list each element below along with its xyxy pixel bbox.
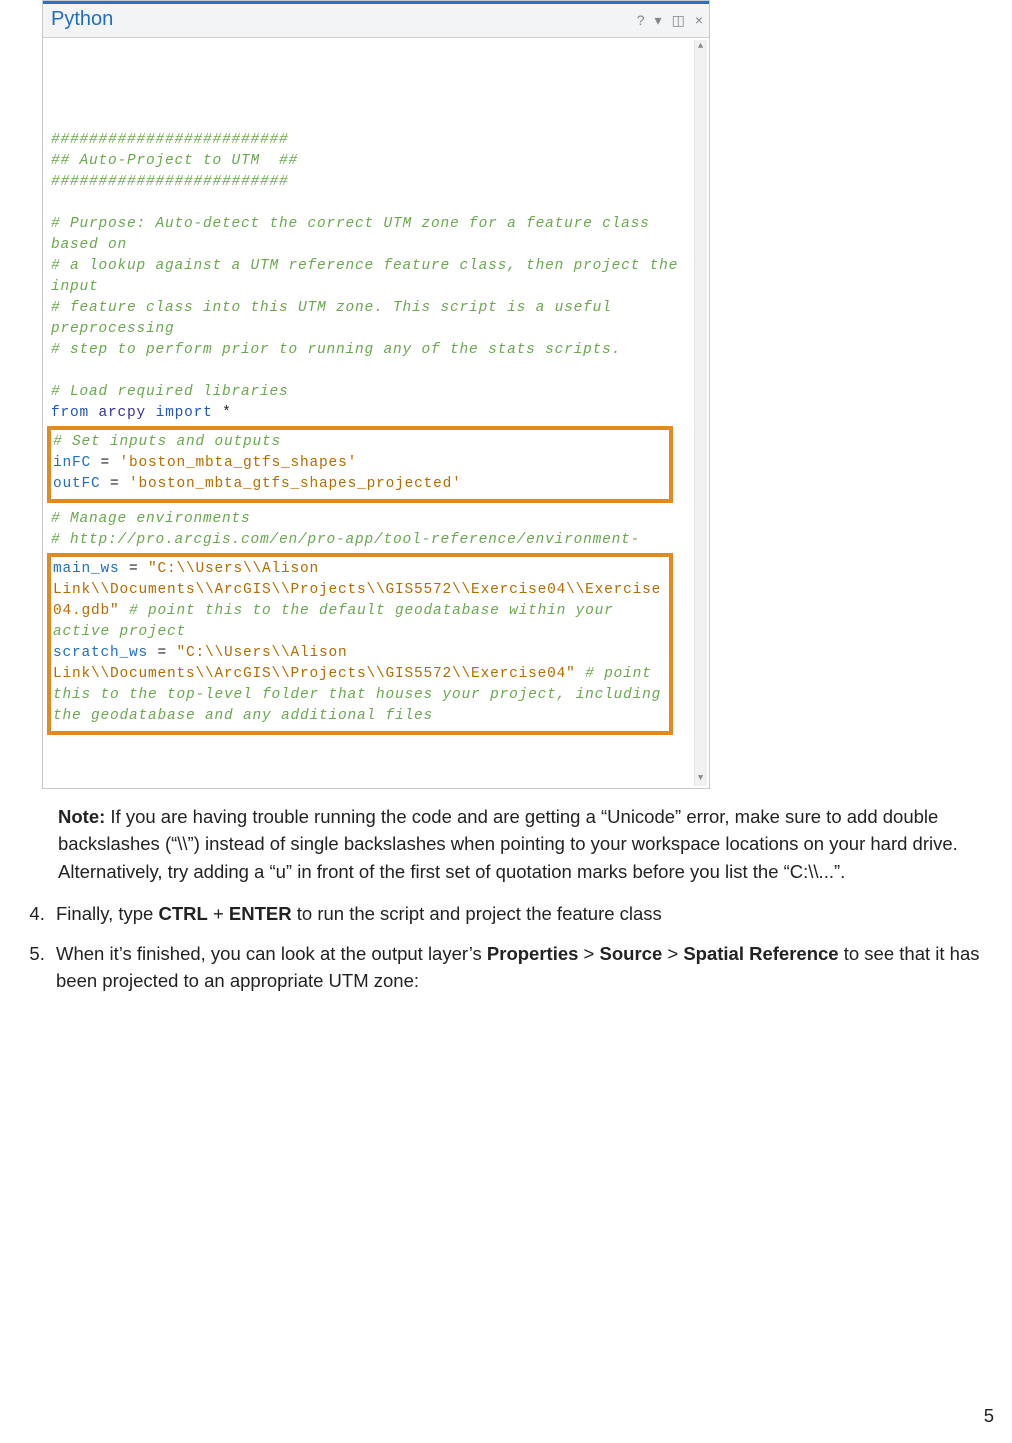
step-4: Finally, type CTRL + ENTER to run the sc… — [50, 900, 994, 928]
code-token: inFC — [53, 455, 91, 471]
code-line: ## Auto-Project to UTM ## — [51, 153, 298, 169]
code-token: * — [222, 405, 232, 421]
code-token: outFC — [53, 476, 101, 492]
code-token: 'boston_mbta_gtfs_shapes_projected' — [129, 476, 462, 492]
code-token: = — [120, 561, 149, 577]
code-token: = — [148, 645, 177, 661]
highlight-box-workspaces: main_ws = "C:\\Users\\Alison Link\\Docum… — [47, 553, 673, 735]
spatial-ref-label: Spatial Reference — [683, 943, 838, 964]
code-line: # a lookup against a UTM reference featu… — [51, 258, 688, 295]
menu-icon[interactable]: ▾ — [655, 13, 662, 27]
code-line: # Purpose: Auto-detect the correct UTM z… — [51, 216, 659, 253]
panel-titlebar: Python ? ▾ ◫ × — [43, 1, 709, 38]
step-5: When it’s finished, you can look at the … — [50, 940, 994, 996]
code-line: ######################### — [51, 132, 289, 148]
scroll-up-icon[interactable]: ▲ — [695, 40, 707, 53]
code-token: scratch_ws — [53, 645, 148, 661]
step-text: When it’s finished, you can look at the … — [56, 943, 487, 964]
note-text: If you are having trouble running the co… — [58, 806, 958, 883]
pin-icon[interactable]: ◫ — [672, 13, 685, 27]
code-token: from — [51, 405, 89, 421]
scrollbar[interactable]: ▲ ▼ — [694, 40, 707, 786]
code-token: = — [101, 476, 130, 492]
code-line: # Load required libraries — [51, 384, 289, 400]
code-line: # feature class into this UTM zone. This… — [51, 300, 621, 337]
steps-list: Finally, type CTRL + ENTER to run the sc… — [18, 900, 994, 995]
code-token: = — [91, 455, 120, 471]
note-block: Note: If you are having trouble running … — [58, 803, 994, 886]
code-line: ######################### — [51, 174, 289, 190]
step-text: > — [578, 943, 599, 964]
code-token: main_ws — [53, 561, 120, 577]
code-line: # step to perform prior to running any o… — [51, 342, 621, 358]
close-icon[interactable]: × — [695, 13, 703, 27]
page-number: 5 — [984, 1405, 994, 1427]
step-text: > — [662, 943, 683, 964]
help-icon[interactable]: ? — [637, 13, 645, 27]
panel-title: Python — [51, 8, 113, 31]
code-token: arcpy — [99, 405, 147, 421]
step-text: to run the script and project the featur… — [292, 903, 662, 924]
kbd-enter: ENTER — [229, 903, 292, 924]
step-text: Finally, type — [56, 903, 158, 924]
code-token: import — [156, 405, 213, 421]
code-line: # http://pro.arcgis.com/en/pro-app/tool-… — [51, 532, 640, 548]
step-text: + — [208, 903, 229, 924]
python-panel: Python ? ▾ ◫ × ▲ ▼ #####################… — [42, 0, 710, 789]
code-text: ######################### ## Auto-Projec… — [51, 109, 705, 735]
code-area[interactable]: ▲ ▼ ######################### ## Auto-Pr… — [43, 38, 709, 788]
source-label: Source — [600, 943, 663, 964]
highlight-box-inputs: # Set inputs and outputs inFC = 'boston_… — [47, 426, 673, 503]
note-label: Note: — [58, 806, 105, 827]
scroll-down-icon[interactable]: ▼ — [695, 772, 707, 785]
panel-controls: ? ▾ ◫ × — [637, 13, 703, 27]
code-line: # Set inputs and outputs — [53, 434, 281, 450]
code-token: # point this to the default geodatabase … — [53, 603, 623, 640]
code-token: 'boston_mbta_gtfs_shapes' — [120, 455, 358, 471]
code-line: # Manage environments — [51, 511, 251, 527]
properties-label: Properties — [487, 943, 579, 964]
kbd-ctrl: CTRL — [158, 903, 207, 924]
